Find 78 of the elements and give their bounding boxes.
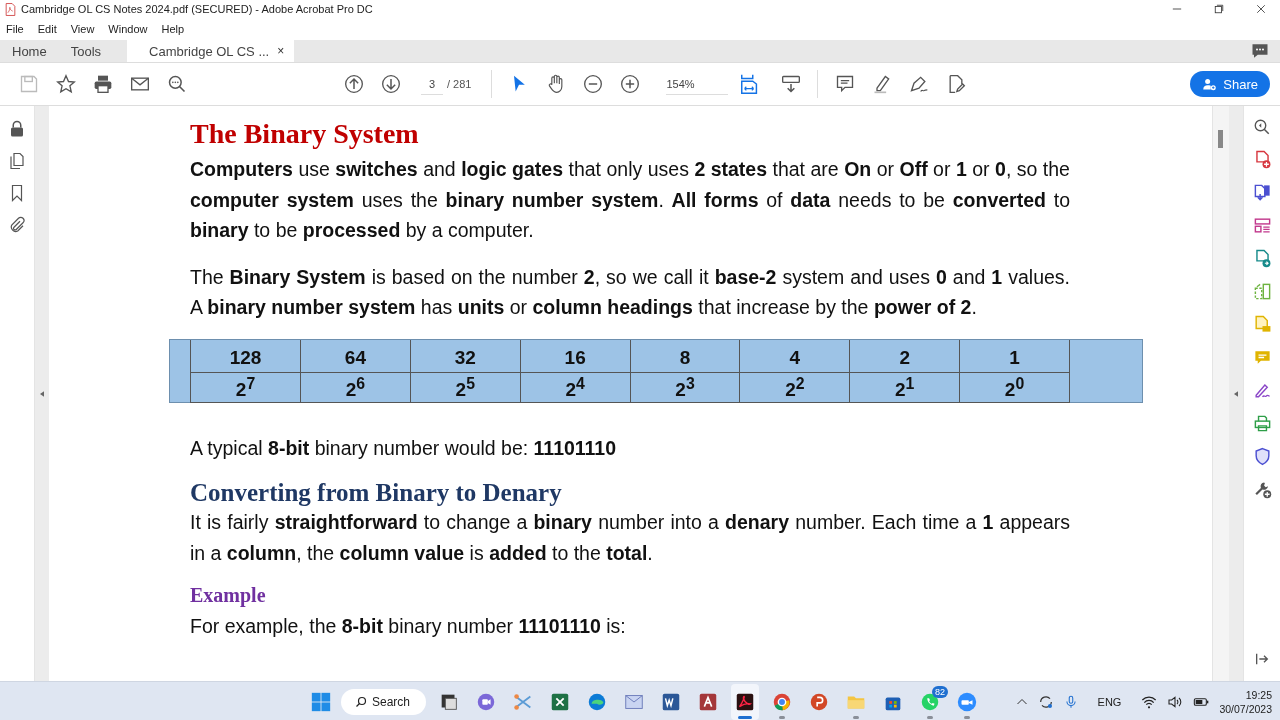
- wrench-icon[interactable]: [1252, 480, 1272, 499]
- comment-icon[interactable]: [834, 74, 855, 94]
- export-pdf-icon[interactable]: [1252, 183, 1272, 202]
- table-cell: 1: [959, 339, 1070, 372]
- window-title: Cambridge OL CS Notes 2024.pdf (SECURED) - Adobe Acrobat Pro DC: [21, 3, 373, 15]
- taskbar-app[interactable]: [731, 684, 760, 720]
- table-cell: 2$^{7}$: [190, 372, 301, 402]
- expand-panel-icon[interactable]: [1254, 651, 1270, 667]
- sign-icon[interactable]: [1252, 381, 1272, 400]
- layout-icon[interactable]: [1252, 216, 1272, 235]
- tab[interactable]: Cambridge OL CS ... ×: [127, 40, 295, 62]
- table-cell: 2$^{5}$: [410, 372, 521, 402]
- page-count: / 281: [447, 78, 472, 90]
- collapse-right-icon[interactable]: [1232, 389, 1240, 398]
- collapse-left-icon[interactable]: [38, 389, 46, 398]
- close-tab-icon[interactable]: ×: [277, 44, 285, 58]
- menu-item[interactable]: View: [70, 23, 95, 35]
- wifi-icon[interactable]: [1141, 694, 1158, 710]
- zoom-dropdown[interactable]: 154%: [666, 73, 729, 95]
- table-cell: 16: [520, 339, 631, 372]
- scroll-mode-icon[interactable]: [780, 74, 801, 94]
- menu-item[interactable]: Help: [161, 23, 185, 35]
- arrow-up-icon[interactable]: [343, 74, 364, 94]
- tab[interactable]: Home: [0, 40, 59, 62]
- zoom-out-icon[interactable]: [582, 74, 603, 94]
- table-cell: 2$^{4}$: [520, 372, 631, 402]
- taskbar-search[interactable]: Search: [341, 689, 427, 715]
- paragraph: It is fairly straightforward to change a binary number into a denary number. Each time a 1 appears in a column, the column value is added to the total.: [190, 510, 1070, 566]
- section-heading: Converting from Binary to Denary: [190, 479, 563, 507]
- sync-icon[interactable]: [1037, 694, 1054, 710]
- menu-item[interactable]: Window: [108, 23, 148, 35]
- notification-badge: 82: [932, 686, 949, 698]
- table-cell: 64: [300, 339, 411, 372]
- close-icon[interactable]: [1256, 4, 1266, 14]
- lock-icon[interactable]: [8, 120, 26, 138]
- tab[interactable]: Tools: [58, 40, 114, 62]
- table-cell: 2: [849, 339, 960, 372]
- text-line: A typical 8-bit binary number would be: 11101110: [190, 435, 618, 461]
- paragraph: The Binary System is based on the number 2, so we call it base-2 system and uses 0 and 1 values. A binary number system has units or column headings that increase by the power of 2.: [190, 264, 1070, 320]
- add-user-icon: [1202, 76, 1218, 92]
- table-cell: 128: [190, 339, 301, 372]
- pages-icon[interactable]: [8, 152, 26, 170]
- table-cell: 2$^{6}$: [300, 372, 411, 402]
- microphone-icon[interactable]: [1063, 695, 1078, 709]
- print-icon[interactable]: [92, 74, 113, 94]
- paperclip-icon[interactable]: [8, 216, 26, 234]
- menu-item[interactable]: File: [6, 23, 24, 35]
- table-cell: 32: [410, 339, 521, 372]
- table-cell: 4: [739, 339, 850, 372]
- language-indicator[interactable]: ENG: [1097, 696, 1122, 708]
- shield-icon[interactable]: [1252, 447, 1272, 466]
- text-line: For example, the 8-bit binary number 11101110 is:: [190, 614, 627, 639]
- star-icon[interactable]: [55, 74, 76, 94]
- volume-icon[interactable]: [1167, 694, 1184, 710]
- table-cell: 2$^{3}$: [630, 372, 740, 402]
- zoom-search-icon[interactable]: [1253, 118, 1271, 136]
- table-cell: 2$^{0}$: [959, 372, 1070, 402]
- zoom-app-icon: [956, 691, 979, 713]
- paragraph: Computers use switches and logic gates that only uses 2 states that are On or Off or 1 or 0, so the computer system uses the binary number system. All forms of data needs to be converted to binary to be processed by a computer.: [190, 157, 1070, 243]
- search-icon[interactable]: [166, 74, 187, 94]
- compare-icon[interactable]: [1252, 282, 1272, 301]
- search-icon: [355, 696, 367, 708]
- maximize-icon[interactable]: [1214, 4, 1224, 14]
- menu-item[interactable]: Edit: [37, 23, 57, 35]
- section-title: The Binary System: [190, 118, 420, 150]
- start-icon[interactable]: [310, 691, 332, 713]
- share-button[interactable]: Share: [1190, 71, 1270, 97]
- table-cell: 8: [630, 339, 740, 372]
- print-icon[interactable]: [1252, 414, 1272, 433]
- table-cell: 2$^{1}$: [849, 372, 960, 402]
- scrollbar-thumb[interactable]: [1218, 130, 1223, 148]
- clock[interactable]: 19:25 30/07/2023: [1219, 688, 1272, 716]
- zoom-in-icon[interactable]: [619, 74, 640, 94]
- table-cell: 2$^{2}$: [739, 372, 850, 402]
- arrow-down-icon[interactable]: [380, 74, 401, 94]
- chat-icon[interactable]: [1251, 42, 1269, 60]
- subheading: Example: [190, 584, 267, 607]
- pen-nib-icon[interactable]: [908, 74, 929, 94]
